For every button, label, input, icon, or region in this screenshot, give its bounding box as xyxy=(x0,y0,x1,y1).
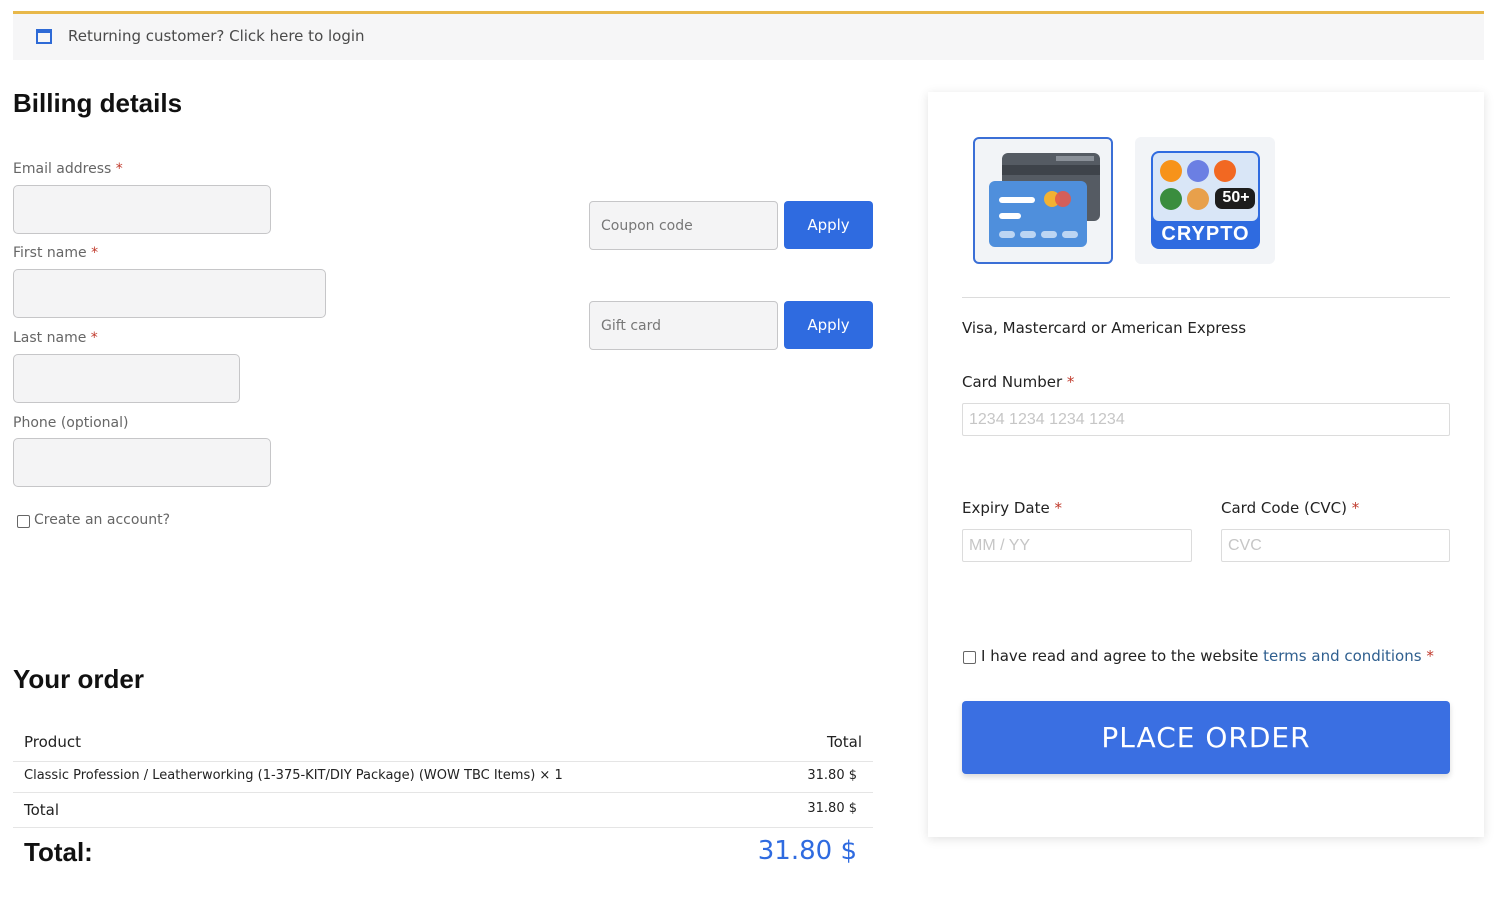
crypto-payment-method[interactable]: 50+ CRYPTO xyxy=(1135,137,1275,264)
card-number-label: Card Number * xyxy=(962,373,1075,391)
order-divider xyxy=(13,792,873,793)
billing-title: Billing details xyxy=(13,88,183,118)
terms-label: I have read and agree to the website ter… xyxy=(981,647,1434,665)
payment-divider xyxy=(962,297,1450,298)
cvc-input[interactable] xyxy=(1221,529,1450,562)
apply-coupon-button[interactable]: Apply xyxy=(784,201,873,249)
terms-link[interactable]: terms and conditions xyxy=(1263,647,1421,665)
crypto-label: CRYPTO xyxy=(1161,223,1250,245)
window-icon xyxy=(36,29,52,44)
returning-customer-notice: Returning customer? Click here to login xyxy=(13,11,1484,60)
terms-checkbox[interactable] xyxy=(963,651,976,664)
order-divider xyxy=(13,761,873,762)
order-subtotal-label: Total xyxy=(24,801,60,819)
create-account-label: Create an account? xyxy=(34,512,171,528)
email-field[interactable] xyxy=(13,185,271,234)
apply-gift-card-button[interactable]: Apply xyxy=(784,301,873,349)
order-header-total: Total xyxy=(826,733,862,751)
order-header-product: Product xyxy=(24,733,81,751)
grand-total-label: Total: xyxy=(24,837,93,867)
payment-panel: 50+ CRYPTO Visa, Mastercard or American … xyxy=(928,92,1484,837)
coupon-input[interactable] xyxy=(589,201,778,250)
phone-label: Phone (optional) xyxy=(13,415,129,431)
order-item-name: Classic Profession / Leatherworking (1-3… xyxy=(24,768,563,783)
order-divider xyxy=(13,827,873,828)
card-number-input[interactable] xyxy=(962,403,1450,436)
order-item-total: 31.80 $ xyxy=(807,768,857,783)
expiry-label: Expiry Date * xyxy=(962,499,1062,517)
first-name-field[interactable] xyxy=(13,269,326,318)
order-title: Your order xyxy=(13,664,144,694)
credit-card-icon xyxy=(989,153,1100,247)
order-subtotal-value: 31.80 $ xyxy=(807,801,857,816)
email-label: Email address * xyxy=(13,161,123,177)
login-link[interactable]: Returning customer? Click here to login xyxy=(68,27,365,45)
phone-field[interactable] xyxy=(13,438,271,487)
last-name-label: Last name * xyxy=(13,330,98,346)
crypto-badge: 50+ xyxy=(1222,189,1250,206)
last-name-field[interactable] xyxy=(13,354,240,403)
cvc-label: Card Code (CVC) * xyxy=(1221,499,1360,517)
expiry-input[interactable] xyxy=(962,529,1192,562)
create-account-checkbox[interactable] xyxy=(17,515,30,528)
card-description: Visa, Mastercard or American Express xyxy=(962,319,1247,337)
grand-total-value: 31.80 $ xyxy=(757,836,857,866)
first-name-label: First name * xyxy=(13,245,99,261)
card-payment-method[interactable] xyxy=(973,137,1113,264)
place-order-button[interactable]: PLACE ORDER xyxy=(962,701,1450,774)
gift-card-input[interactable] xyxy=(589,301,778,350)
